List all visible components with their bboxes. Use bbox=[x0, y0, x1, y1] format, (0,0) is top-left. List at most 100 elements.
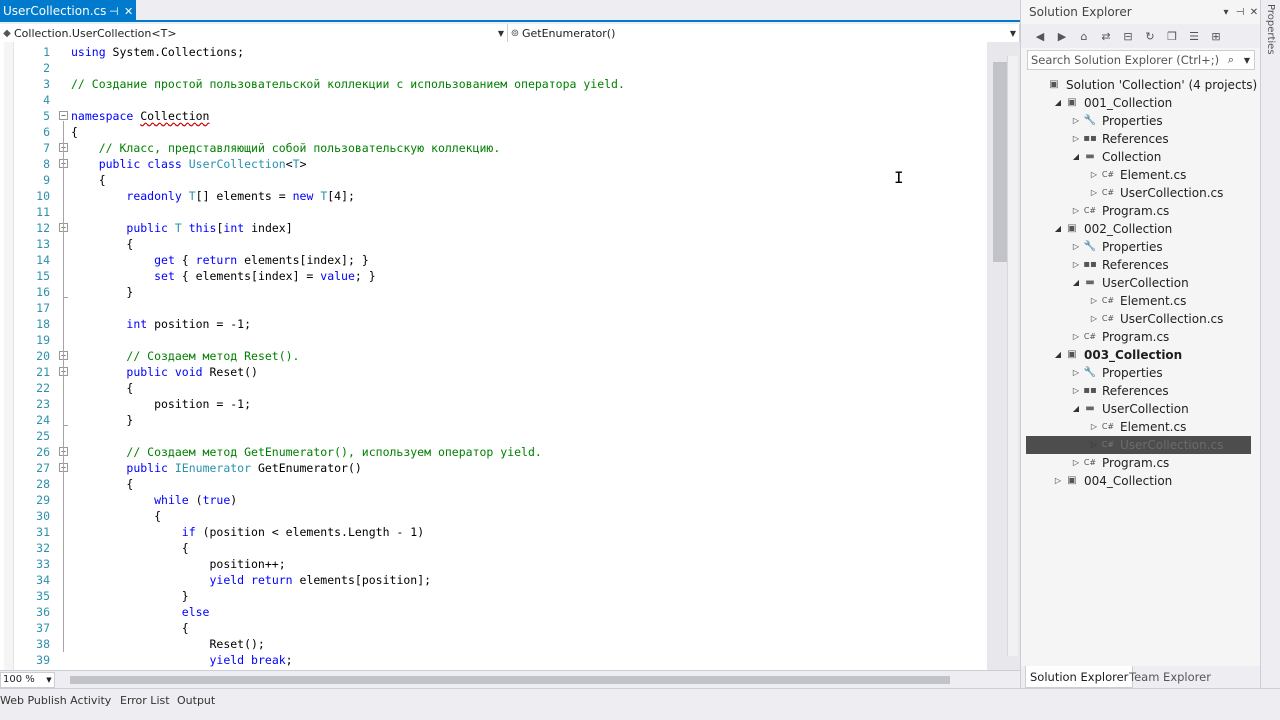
tree-item[interactable]: ▣ Solution 'Collection' (4 projects) bbox=[1034, 76, 1257, 94]
tree-item[interactable]: ▷ 🔧 Properties bbox=[1070, 364, 1163, 382]
scroll-thumb[interactable] bbox=[70, 676, 950, 684]
folder-icon: ▬ bbox=[1085, 403, 1095, 414]
chevron-down-icon[interactable]: ▼ bbox=[1240, 56, 1254, 65]
collapsed-arrow-icon[interactable]: ▷ bbox=[1088, 418, 1100, 436]
collapsed-arrow-icon[interactable]: ▷ bbox=[1070, 238, 1082, 256]
collapse-region-icon[interactable]: − bbox=[59, 111, 68, 120]
tab-team-explorer[interactable]: Team Explorer bbox=[1125, 666, 1215, 688]
expanded-arrow-icon[interactable]: ◢ bbox=[1070, 148, 1082, 166]
refresh-icon[interactable]: ↻ bbox=[1141, 27, 1159, 45]
tree-item[interactable]: ◢ ▬ Collection bbox=[1070, 148, 1161, 166]
line-number: 1 bbox=[43, 45, 50, 59]
code-line: set { elements[index] = value; } bbox=[154, 269, 376, 283]
pin-icon[interactable]: ⊣ bbox=[106, 5, 121, 18]
tab-error-list[interactable]: Error List bbox=[120, 694, 170, 707]
vertical-scrollbar[interactable] bbox=[987, 42, 1020, 670]
close-icon[interactable]: ✕ bbox=[121, 5, 136, 18]
solution-explorer-tabs: Solution Explorer Team Explorer bbox=[1021, 666, 1261, 688]
code-editor[interactable]: 1 using System.Collections; 2 3// Создание … bbox=[0, 42, 987, 670]
collapsed-arrow-icon[interactable]: ▷ bbox=[1088, 184, 1100, 202]
view-code-icon[interactable]: ⊞ bbox=[1207, 27, 1225, 45]
tree-item[interactable]: ▷ ▪▪ References bbox=[1070, 256, 1169, 274]
tree-item[interactable]: ◢ ▬ UserCollection bbox=[1070, 274, 1189, 292]
csharp-file-icon: C# bbox=[1101, 314, 1115, 323]
csharp-file-icon: C# bbox=[1083, 206, 1097, 215]
collapsed-arrow-icon[interactable]: ▷ bbox=[1070, 454, 1082, 472]
tree-item-label: Element.cs bbox=[1120, 294, 1187, 308]
tree-item[interactable]: ◢ ▣ 001_Collection bbox=[1052, 94, 1172, 112]
expanded-arrow-icon[interactable]: ◢ bbox=[1070, 400, 1082, 418]
pin-icon[interactable]: ⊣ bbox=[1233, 7, 1247, 18]
tab-properties[interactable]: Properties bbox=[1265, 4, 1276, 55]
tree-item[interactable]: ▷ C# Program.cs bbox=[1070, 202, 1169, 220]
expanded-arrow-icon[interactable]: ◢ bbox=[1052, 94, 1064, 112]
document-tab[interactable]: UserCollection.cs ⊣ ✕ bbox=[0, 0, 136, 22]
expanded-arrow-icon[interactable]: ◢ bbox=[1052, 220, 1064, 238]
chevron-down-icon: ▼ bbox=[497, 28, 505, 38]
close-icon[interactable]: ✕ bbox=[1247, 7, 1261, 18]
search-placeholder: Search Solution Explorer (Ctrl+;) bbox=[1031, 53, 1220, 67]
expanded-arrow-icon[interactable]: ◢ bbox=[1070, 274, 1082, 292]
tree-item[interactable]: ◢ ▣ 002_Collection bbox=[1052, 220, 1172, 238]
code-line: get { return elements[index]; } bbox=[154, 253, 369, 267]
collapsed-arrow-icon[interactable]: ▷ bbox=[1088, 292, 1100, 310]
collapsed-arrow-icon[interactable]: ▷ bbox=[1070, 382, 1082, 400]
tab-web-publish-activity[interactable]: Web Publish Activity bbox=[0, 694, 111, 707]
code-line: { bbox=[71, 125, 78, 139]
tree-item[interactable]: ▷ C# Element.cs bbox=[1088, 418, 1186, 436]
tree-item-label: Properties bbox=[1102, 114, 1163, 128]
collapsed-arrow-icon[interactable]: ▷ bbox=[1070, 328, 1082, 346]
properties-icon[interactable]: ☰ bbox=[1185, 27, 1203, 45]
tree-item[interactable]: ▷ ▣ 004_Collection bbox=[1052, 472, 1172, 490]
tree-item[interactable]: ▷ ▪▪ References bbox=[1070, 130, 1169, 148]
tree-item[interactable]: ▷ 🔧 Properties bbox=[1070, 238, 1163, 256]
tree-item[interactable]: ▷ C# UserCollection.cs bbox=[1088, 310, 1223, 328]
tree-item[interactable]: ◢ ▣ 003_Collection bbox=[1052, 346, 1182, 364]
tree-item[interactable]: ▷ C# Program.cs bbox=[1070, 328, 1169, 346]
tree-item[interactable]: ▷ C# Element.cs bbox=[1088, 292, 1186, 310]
tree-item[interactable]: ▷ C# Program.cs bbox=[1070, 454, 1169, 472]
collapsed-arrow-icon[interactable]: ▷ bbox=[1070, 364, 1082, 382]
sync-icon[interactable]: ⇄ bbox=[1097, 27, 1115, 45]
collapsed-arrow-icon[interactable]: ▷ bbox=[1070, 202, 1082, 220]
collapsed-arrow-icon[interactable]: ▷ bbox=[1088, 436, 1100, 454]
line-number: 3 bbox=[43, 77, 50, 91]
tree-item[interactable]: ▷ 🔧 Properties bbox=[1070, 112, 1163, 130]
tree-item[interactable]: ▷ ▪▪ References bbox=[1070, 382, 1169, 400]
collapsed-arrow-icon[interactable]: ▷ bbox=[1088, 310, 1100, 328]
search-icon[interactable]: ⌕ bbox=[1222, 53, 1240, 67]
forward-icon[interactable]: ▶ bbox=[1053, 27, 1071, 45]
line-number: 24 bbox=[36, 413, 50, 427]
code-overview-map[interactable] bbox=[1007, 56, 1018, 656]
dropdown-icon[interactable]: ▾ bbox=[1219, 7, 1233, 18]
solution-icon: ▣ bbox=[1049, 79, 1059, 90]
type-dropdown[interactable]: ◆ Collection.UserCollection<T> ▼ bbox=[0, 24, 508, 42]
zoom-dropdown[interactable]: 100 % ▼ bbox=[0, 671, 55, 688]
tree-item-label: Program.cs bbox=[1102, 456, 1170, 470]
collapsed-arrow-icon[interactable]: ▷ bbox=[1052, 472, 1064, 490]
line-number: 16 bbox=[36, 285, 50, 299]
tree-item[interactable]: ▷ C# Element.cs bbox=[1088, 166, 1186, 184]
expanded-arrow-icon[interactable]: ◢ bbox=[1052, 346, 1064, 364]
tab-solution-explorer[interactable]: Solution Explorer bbox=[1025, 666, 1134, 688]
back-icon[interactable]: ◀ bbox=[1031, 27, 1049, 45]
collapsed-arrow-icon[interactable]: ▷ bbox=[1070, 130, 1082, 148]
tree-item[interactable]: ▷ C# UserCollection.cs bbox=[1088, 436, 1223, 454]
solution-search-input[interactable]: Search Solution Explorer (Ctrl+;) ⌕ ▼ bbox=[1027, 50, 1255, 70]
line-number: 5 bbox=[43, 109, 50, 123]
collapse-icon[interactable]: ⊟ bbox=[1119, 27, 1137, 45]
horizontal-scrollbar[interactable] bbox=[60, 674, 980, 686]
scroll-thumb[interactable] bbox=[993, 62, 1007, 262]
tree-item[interactable]: ◢ ▬ UserCollection bbox=[1070, 400, 1189, 418]
member-dropdown[interactable]: ⊚ GetEnumerator() ▼ bbox=[508, 24, 1020, 42]
tree-item[interactable]: ▷ C# UserCollection.cs bbox=[1088, 184, 1223, 202]
collapsed-arrow-icon[interactable]: ▷ bbox=[1070, 112, 1082, 130]
line-number: 39 bbox=[36, 653, 50, 667]
line-number: 33 bbox=[36, 557, 50, 571]
tab-output[interactable]: Output bbox=[177, 694, 215, 707]
home-icon[interactable]: ⌂ bbox=[1075, 27, 1093, 45]
csharp-file-icon: C# bbox=[1101, 188, 1115, 197]
copy-icon[interactable]: ❐ bbox=[1163, 27, 1181, 45]
collapsed-arrow-icon[interactable]: ▷ bbox=[1070, 256, 1082, 274]
collapsed-arrow-icon[interactable]: ▷ bbox=[1088, 166, 1100, 184]
